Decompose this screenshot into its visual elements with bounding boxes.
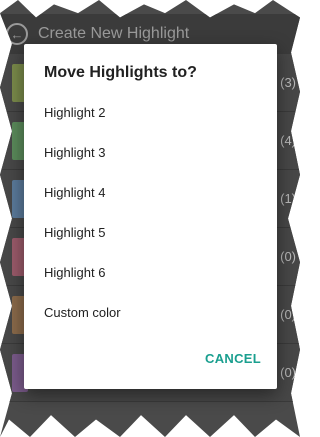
highlight-count: (3) (280, 75, 296, 90)
option-highlight-3[interactable]: Highlight 3 (24, 132, 277, 172)
dialog-title: Move Highlights to? (44, 64, 197, 81)
move-highlights-dialog: Move Highlights to? Highlight 2 Highligh… (24, 44, 277, 389)
cancel-button[interactable]: CANCEL (205, 346, 261, 370)
highlight-count: (1) (280, 191, 296, 206)
back-arrow-icon[interactable]: ← (6, 23, 28, 45)
highlight-count: (0) (280, 307, 296, 322)
highlight-count: (0) (280, 365, 296, 380)
option-highlight-6[interactable]: Highlight 6 (24, 252, 277, 292)
option-custom-color[interactable]: Custom color (24, 292, 277, 332)
app-bar-title: Create New Highlight (38, 25, 190, 42)
option-highlight-4[interactable]: Highlight 4 (24, 172, 277, 212)
option-highlight-2[interactable]: Highlight 2 (24, 92, 277, 132)
option-highlight-5[interactable]: Highlight 5 (24, 212, 277, 252)
highlight-count: (4) (280, 133, 296, 148)
screenshot-frame: ← Create New Highlight (3) (4) (1) (0) (… (0, 0, 300, 437)
highlight-count: (0) (280, 249, 296, 264)
